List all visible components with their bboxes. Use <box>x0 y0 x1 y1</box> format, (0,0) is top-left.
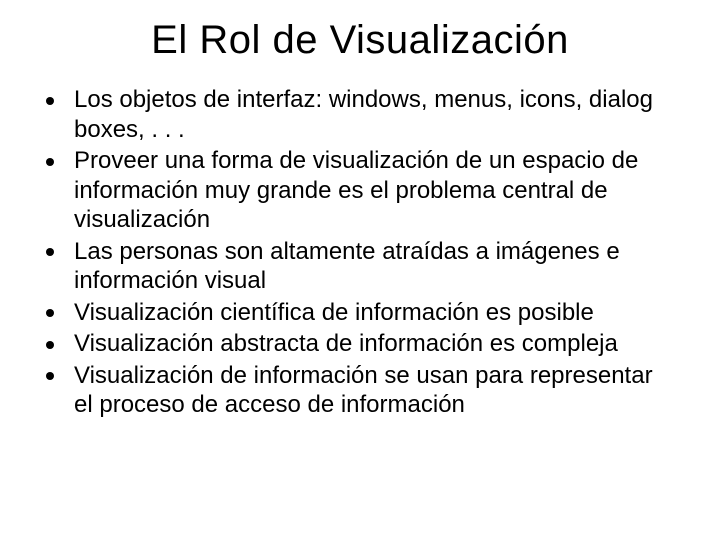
bullet-list: Los objetos de interfaz: windows, menus,… <box>40 85 680 420</box>
list-item: Visualización científica de información … <box>40 298 670 328</box>
list-item: Visualización abstracta de información e… <box>40 329 670 359</box>
slide: El Rol de Visualización Los objetos de i… <box>0 0 720 540</box>
slide-title: El Rol de Visualización <box>40 18 680 63</box>
list-item: Los objetos de interfaz: windows, menus,… <box>40 85 670 144</box>
list-item: Visualización de información se usan par… <box>40 361 670 420</box>
list-item: Proveer una forma de visualización de un… <box>40 146 670 235</box>
list-item: Las personas son altamente atraídas a im… <box>40 237 670 296</box>
